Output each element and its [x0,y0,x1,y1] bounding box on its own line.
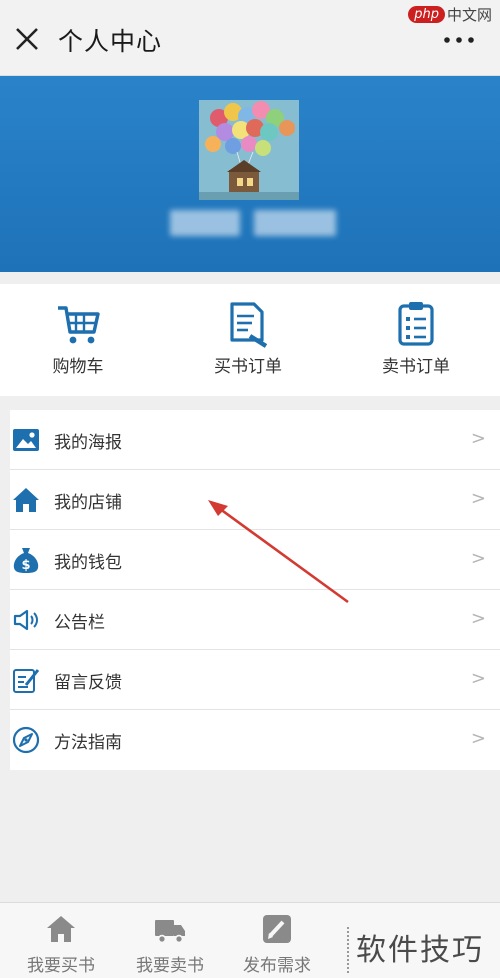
svg-text:$: $ [21,558,30,573]
cart-icon [58,306,100,344]
menu-item-store[interactable]: 我的店铺 > [10,470,500,530]
home-icon [13,488,39,512]
compass-icon [12,726,40,754]
brand-watermark: 软件技巧 [356,933,484,968]
feedback-edit-icon [13,669,40,693]
watermark-badge: php [408,6,445,23]
clipboard-icon [398,302,434,346]
menu-item-feedback[interactable]: 留言反馈 > [10,650,500,710]
home-icon [47,916,75,942]
tab-sell-books[interactable]: 我要卖书 [115,903,225,978]
tab-label: 发布需求 [243,956,311,976]
menu-item-bulletin[interactable]: 公告栏 > [10,590,500,650]
bottom-tab-bar: 我要买书 我要卖书 发布需求 软件技巧 [0,902,500,978]
site-watermark: php 中文网 [408,4,492,25]
menu-item-label: 公告栏 [54,613,105,633]
tab-post-request[interactable]: 发布需求 [222,903,332,978]
menu-item-label: 方法指南 [54,733,122,753]
menu-item-guide[interactable]: 方法指南 > [10,710,500,770]
tab-buy-books[interactable]: 我要买书 [6,903,116,978]
quick-action-cart[interactable]: 购物车 [18,284,138,396]
menu-list: 我的海报 > 我的店铺 > $ 我的钱包 > 公告栏 > 留言反馈 > 方法指南… [10,410,500,770]
page-title: 个人中心 [58,27,163,56]
top-bar: 个人中心 php 中文网 [0,0,500,76]
chevron-right-icon: > [470,548,486,569]
chevron-right-icon: > [470,488,486,509]
chevron-right-icon: > [470,728,486,749]
close-icon[interactable] [12,24,42,54]
username-blurred [170,210,240,236]
chevron-right-icon: > [470,608,486,629]
tab-label: 我要卖书 [136,956,204,976]
menu-item-wallet[interactable]: $ 我的钱包 > [10,530,500,590]
menu-item-label: 我的钱包 [54,553,122,573]
watermark-text: 中文网 [446,6,492,24]
username-blurred [254,210,336,236]
money-bag-icon: $ [13,548,39,573]
edit-doc-icon [230,302,268,348]
speaker-icon [13,609,38,631]
chevron-right-icon: > [470,668,486,689]
divider [347,927,349,973]
tab-label: 我要买书 [27,956,95,976]
chevron-right-icon: > [470,428,486,449]
balloon-house-avatar-image [199,100,299,200]
menu-item-label: 我的海报 [54,433,122,453]
quick-action-buy-orders[interactable]: 买书订单 [188,284,308,396]
menu-item-poster[interactable]: 我的海报 > [10,410,500,470]
menu-item-label: 留言反馈 [54,673,122,693]
quick-action-label: 购物车 [52,357,104,377]
profile-header [0,76,500,272]
image-icon [13,429,39,451]
menu-item-label: 我的店铺 [54,493,122,513]
more-dots-icon[interactable] [442,28,476,48]
quick-action-sell-orders[interactable]: 卖书订单 [356,284,476,396]
quick-actions: 购物车 买书订单 卖书订单 [0,284,500,396]
truck-icon [155,920,185,944]
quick-action-label: 卖书订单 [382,357,450,377]
avatar[interactable] [199,100,299,200]
quick-action-label: 买书订单 [214,357,282,377]
pencil-icon [263,915,291,943]
